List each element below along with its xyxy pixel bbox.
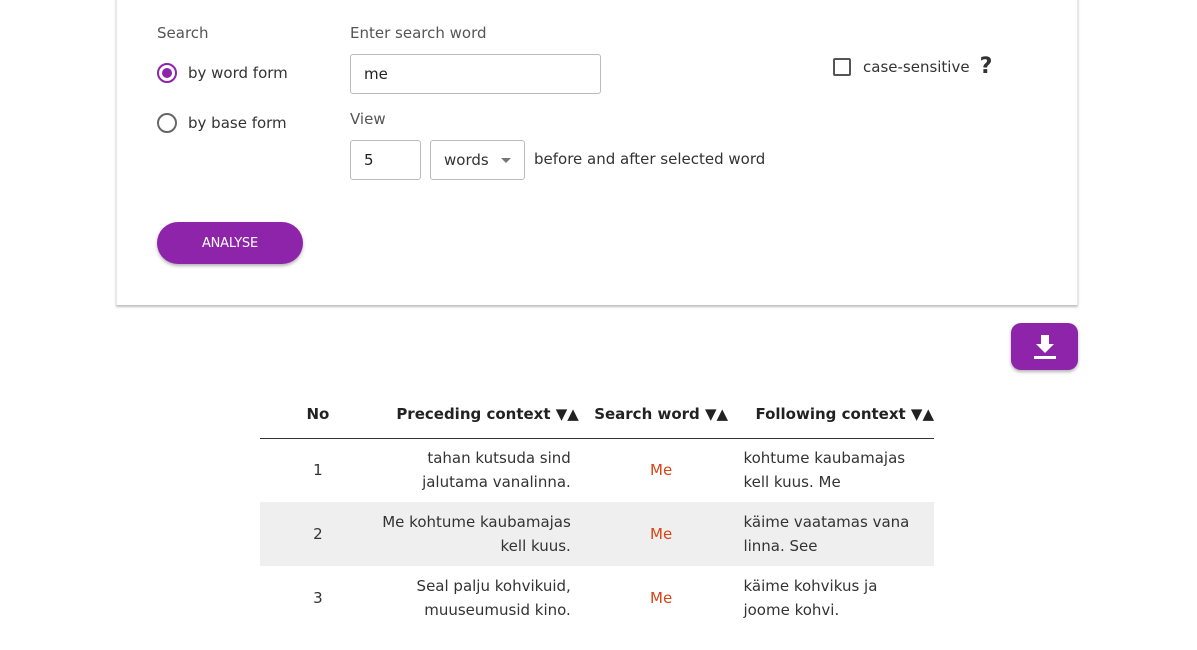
enter-search-word-label: Enter search word <box>350 24 487 42</box>
cell-following: kohtume kaubamajas kell kuus. Me <box>743 438 934 502</box>
view-unit-select[interactable]: words <box>430 140 525 180</box>
header-no[interactable]: No <box>260 390 376 439</box>
cell-preceding-text: tahan kutsuda sind jalutama vanalinna. <box>422 449 571 492</box>
header-search-word[interactable]: Search word ▼▲ <box>578 390 744 439</box>
radio-by-word-form[interactable]: by word form <box>157 63 288 83</box>
header-following-context[interactable]: Following context ▼▲ <box>743 390 934 439</box>
table-row: 1 tahan kutsuda sind jalutama vanalinna.… <box>260 438 934 502</box>
cell-preceding: tahan kutsuda sind jalutama vanalinna. <box>376 438 579 502</box>
cell-no: 1 <box>313 461 323 480</box>
cell-search-word[interactable]: Me <box>579 502 744 566</box>
cell-no: 3 <box>313 589 323 607</box>
cell-preceding: Me kohtume kaubamajas kell kuus. <box>376 502 579 566</box>
radio-unchecked-icon[interactable] <box>157 113 177 133</box>
radio-label-base-form: by base form <box>188 114 287 132</box>
cell-following: käime vaatamas vana linna. See <box>743 502 934 566</box>
radio-by-base-form[interactable]: by base form <box>157 113 287 133</box>
search-panel: Search by word form by base form Enter s… <box>116 0 1078 305</box>
cell-following-text: kohtume kaubamajas kell kuus. Me <box>743 449 906 492</box>
cell-following-text: käime kohvikus ja joome kohvi. <box>743 577 878 619</box>
case-sensitive-checkbox[interactable] <box>833 58 851 76</box>
cell-preceding-text: Seal palju kohvikuid, muuseumusid kino. <box>416 577 571 619</box>
download-button[interactable] <box>1011 323 1078 370</box>
case-sensitive-option[interactable]: case-sensitive ? <box>833 56 992 78</box>
case-sensitive-label: case-sensitive <box>863 58 970 76</box>
help-icon[interactable]: ? <box>980 56 993 78</box>
radio-label-word-form: by word form <box>188 64 288 82</box>
concordance-table: No Preceding context ▼▲ Search word ▼▲ F… <box>260 390 934 630</box>
download-icon <box>1033 334 1056 359</box>
cell-following: käime kohvikus ja joome kohvi. <box>743 566 934 630</box>
view-unit-value: words <box>444 151 489 169</box>
table-header-row: No Preceding context ▼▲ Search word ▼▲ F… <box>260 390 934 439</box>
search-word-input[interactable] <box>350 54 601 94</box>
cell-following-text: käime vaatamas vana linna. See <box>743 513 910 555</box>
table-row: 3 Seal palju kohvikuid, muuseumusid kino… <box>260 566 934 630</box>
cell-preceding: Seal palju kohvikuid, muuseumusid kino. <box>376 566 579 630</box>
header-preceding-context[interactable]: Preceding context ▼▲ <box>375 390 579 439</box>
cell-preceding-text: Me kohtume kaubamajas kell kuus. <box>382 513 571 555</box>
analyse-button[interactable]: ANALYSE <box>157 222 303 264</box>
view-label: View <box>350 110 386 128</box>
table-row: 2 Me kohtume kaubamajas kell kuus. Me kä… <box>260 502 934 566</box>
cell-search-word[interactable]: Me <box>579 566 744 630</box>
radio-checked-icon[interactable] <box>157 63 177 83</box>
chevron-down-icon <box>501 157 511 163</box>
cell-no: 2 <box>313 525 323 543</box>
view-count-input[interactable] <box>350 140 421 180</box>
search-label: Search <box>157 24 209 42</box>
view-suffix-text: before and after selected word <box>534 150 766 168</box>
cell-search-word[interactable]: Me <box>579 438 744 502</box>
